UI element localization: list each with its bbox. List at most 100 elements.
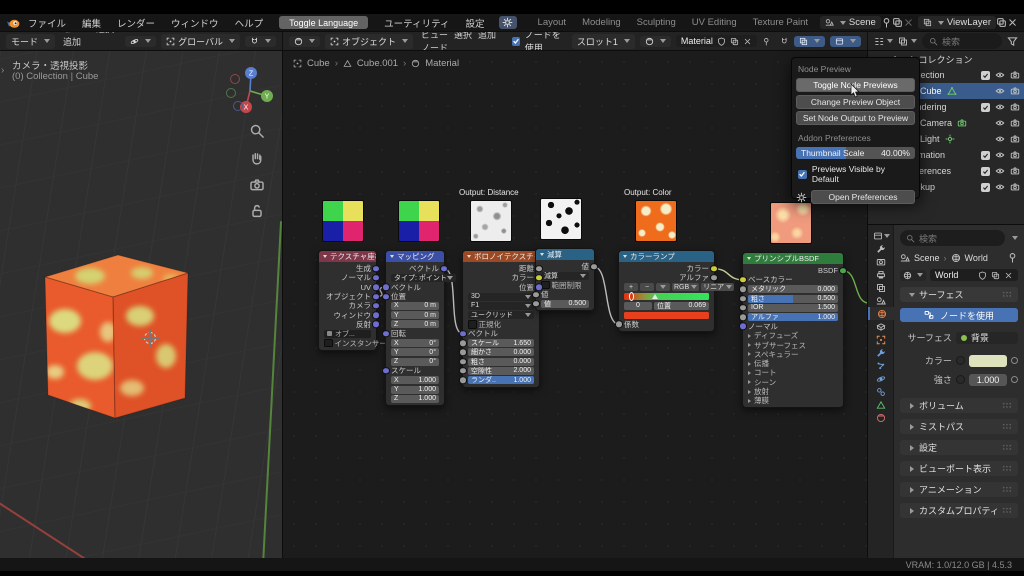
strength-slider[interactable]: 1.000	[969, 374, 1007, 386]
menu-ウィンドウ[interactable]: ウィンドウ	[163, 19, 227, 30]
socket-オブジェクト[interactable]	[372, 293, 380, 301]
socket-反射[interactable]	[372, 321, 380, 329]
open-preferences-button[interactable]: Open Preferences	[811, 190, 915, 204]
socket-距離[interactable]	[535, 265, 543, 273]
exclude-checkbox[interactable]	[981, 167, 990, 176]
eye-icon[interactable]	[995, 134, 1005, 144]
menu-button-set-node-output-to-preview[interactable]: Set Node Output to Preview	[796, 111, 915, 125]
node-mapping[interactable]: マッピングベクトルタイプ: ポイントベクトル位置X0 mY0 mZ0 m回転X0…	[385, 250, 445, 406]
properties-tab-output[interactable]	[868, 268, 894, 281]
colorramp-stop-color[interactable]	[624, 312, 709, 319]
snap-selector[interactable]	[245, 36, 276, 47]
previews-visible-checkbox[interactable]: Previews Visible by Default	[798, 164, 913, 184]
properties-tab-particles[interactable]	[868, 359, 894, 372]
node-row-Z[interactable]: Z0 m	[386, 320, 444, 329]
workspace-tab-Texture Paint[interactable]: Texture Paint	[746, 16, 815, 30]
editor-type-selector[interactable]	[289, 36, 320, 47]
socket-ウィンドウ[interactable]	[372, 311, 380, 319]
camera-view-icon[interactable]	[249, 177, 265, 193]
outliner-search-input[interactable]: 検索	[922, 33, 1002, 49]
camera-icon[interactable]	[1010, 134, 1020, 144]
properties-tab-world[interactable]	[868, 307, 894, 320]
node-header[interactable]: 減算	[536, 249, 594, 260]
node-row-gradient[interactable]	[619, 292, 714, 301]
toolbar-expander[interactable]: ›	[1, 65, 4, 76]
viewport-menu-オブジェクト[interactable]: オブジェクト	[60, 50, 120, 51]
fake-user-shield-icon[interactable]	[717, 37, 726, 46]
navigation-gizmo[interactable]: Z Y X	[221, 62, 279, 120]
camera-icon[interactable]	[1010, 118, 1020, 128]
socket-値[interactable]	[532, 300, 540, 308]
mode-selector[interactable]: モード	[6, 34, 55, 49]
node-row-Y[interactable]: Y0°	[386, 348, 444, 357]
world-color-swatch[interactable]	[969, 355, 1007, 367]
socket-ノーマル[interactable]	[372, 274, 380, 282]
node-row-Y[interactable]: Y0 m	[386, 310, 444, 319]
surface-shader-selector[interactable]: 背景	[956, 332, 1018, 344]
node-row-粗さ[interactable]: 粗さ0.000	[463, 357, 539, 366]
panel-ビューポート表示[interactable]: ビューポート表示	[900, 461, 1018, 476]
node-row-ramppos[interactable]: 0位置0.069	[619, 301, 714, 310]
node-header[interactable]: ボロノイテクスチャ	[463, 251, 539, 262]
socket-空隙性[interactable]	[459, 367, 467, 375]
menu-ファイル[interactable]: ファイル	[20, 19, 74, 30]
shader-menu-選択[interactable]: 選択	[451, 32, 475, 40]
exclude-checkbox[interactable]	[981, 183, 990, 192]
overlay-toggle[interactable]	[830, 36, 861, 47]
socket-ベクトル[interactable]	[459, 330, 467, 338]
socket-値[interactable]	[532, 291, 540, 299]
socket-細かさ[interactable]	[459, 349, 467, 357]
socket-IOR[interactable]	[739, 304, 747, 312]
new-view-layer-icon[interactable]	[996, 17, 1007, 28]
panel-ボリューム[interactable]: ボリューム	[900, 398, 1018, 413]
surface-panel-header[interactable]: サーフェス	[900, 287, 1018, 302]
workspace-tab-UV Editing[interactable]: UV Editing	[685, 16, 744, 30]
lock-view-icon[interactable]	[249, 203, 265, 219]
eye-icon[interactable]	[995, 70, 1005, 80]
node-colorramp[interactable]: Output: Colorカラーランプカラーアルファ+−RGBリニア0位置0.0…	[618, 250, 715, 332]
shader-menu-ビュー[interactable]: ビュー	[418, 32, 451, 40]
eye-icon[interactable]	[995, 86, 1005, 96]
thumbnail-scale-slider[interactable]: Thumbnail Scale 40.00%	[796, 147, 915, 159]
workspace-tab-Modeling[interactable]: Modeling	[575, 16, 628, 30]
node-row-スケール[interactable]: スケール1.650	[463, 338, 539, 347]
node-voronoi[interactable]: Output: Distanceボロノイテクスチャ距離カラー位置3DF1ユークリ…	[462, 250, 540, 388]
socket-UV[interactable]	[372, 283, 380, 291]
properties-tab-object[interactable]	[868, 333, 894, 346]
node-row-粗さ[interactable]: 粗さ0.500	[743, 294, 843, 303]
node-tex-coord[interactable]: テクスチャ座標生成ノーマルUVオブジェクトカメラウィンドウ反射オブ...インスタ…	[318, 250, 377, 351]
socket-アルファ[interactable]	[710, 274, 718, 282]
workspace-tab-Sculpting[interactable]: Sculpting	[630, 16, 683, 30]
exclude-checkbox[interactable]	[981, 103, 990, 112]
properties-tab-material[interactable]	[868, 411, 894, 424]
scene-selector[interactable]: Scene	[820, 16, 881, 29]
keyframe-dot[interactable]	[1011, 357, 1018, 364]
node-row-空隙性[interactable]: 空隙性2.000	[463, 366, 539, 375]
viewport-3d[interactable]: カメラ・透視投影 (0) Collection | Cube › Z Y X	[0, 51, 283, 558]
node-row-Y[interactable]: Y1.000	[386, 385, 444, 394]
menu-レンダー[interactable]: レンダー	[109, 19, 163, 30]
node-subtract[interactable]: 減算値減算範囲制限値値0.500	[535, 248, 595, 311]
viewport-menu-追加[interactable]: 追加	[60, 37, 84, 47]
material-name-field[interactable]: Material	[676, 35, 757, 47]
node-row-薄膜[interactable]: 薄膜	[743, 396, 843, 405]
node-row-3D[interactable]: 3D	[463, 292, 539, 301]
socket-スケール[interactable]	[459, 339, 467, 347]
keyframe-dot[interactable]	[1011, 376, 1018, 383]
slot-selector[interactable]: スロット1	[572, 34, 635, 49]
copy-icon[interactable]	[730, 37, 739, 46]
material-browse-selector[interactable]	[640, 36, 671, 47]
settings-menu[interactable]: 設定	[458, 16, 493, 30]
unlink-scene-icon[interactable]	[903, 17, 914, 28]
socket-粗さ[interactable]	[459, 358, 467, 366]
properties-tab-data[interactable]	[868, 398, 894, 411]
socket-ベクトル[interactable]	[440, 265, 448, 273]
properties-tab-tool[interactable]	[868, 242, 894, 255]
node-row-ユークリッド[interactable]: ユークリッド	[463, 310, 539, 319]
socket-ノーマル[interactable]	[739, 323, 747, 331]
node-row-アルファ[interactable]: アルファ1.000	[743, 312, 843, 321]
blender-logo[interactable]	[6, 17, 20, 29]
eye-icon[interactable]	[995, 118, 1005, 128]
camera-icon[interactable]	[1010, 102, 1020, 112]
camera-icon[interactable]	[1010, 70, 1020, 80]
